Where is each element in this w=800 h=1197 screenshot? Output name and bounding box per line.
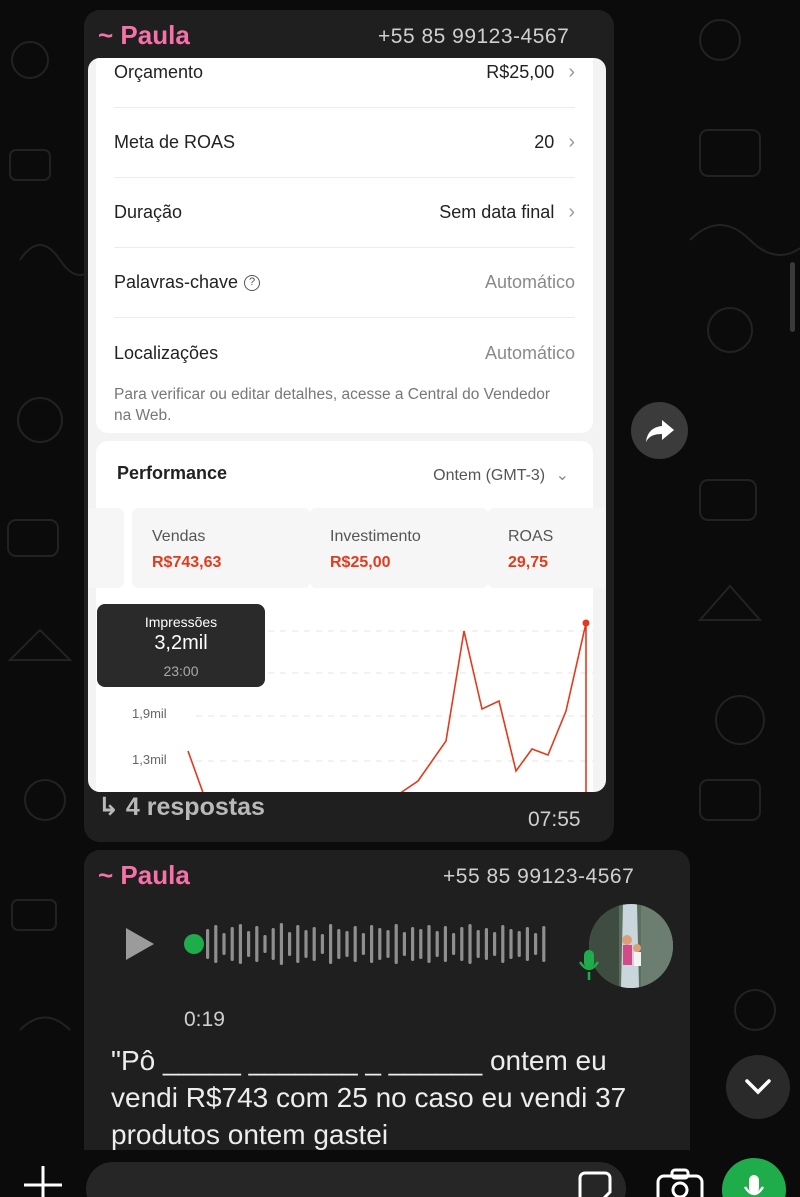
chevron-right-icon: › — [568, 61, 575, 83]
metric-card-sales: Vendas R$743,63 — [132, 508, 310, 588]
play-icon[interactable] — [124, 927, 156, 961]
avatar[interactable] — [589, 904, 673, 988]
metric-card-hidden — [88, 508, 124, 588]
y-tick-label: 1,9mil — [132, 706, 167, 721]
chevron-right-icon: › — [568, 201, 575, 223]
date-range-selector: Ontem (GMT-3) ⌄ — [433, 467, 569, 484]
row-value: 20 — [534, 132, 555, 152]
row-label: Orçamento — [114, 62, 204, 82]
forward-button[interactable] — [631, 402, 688, 459]
chevron-right-icon: › — [568, 131, 575, 153]
chevron-down-icon: ⌄ — [555, 467, 569, 484]
chart-highlight-point — [582, 619, 590, 627]
chart-tooltip: Impressões 3,2mil 23:00 — [97, 604, 265, 687]
scrollbar[interactable] — [790, 262, 795, 332]
settings-row-locations: Localizações Automático — [114, 318, 575, 388]
sender-phone: +55 85 99123-4567 — [443, 865, 635, 888]
audio-waveform[interactable] — [184, 921, 552, 967]
chevron-down-icon — [745, 1079, 771, 1095]
settings-row-duration: Duração Sem data final › — [114, 178, 575, 248]
row-value: Automático — [484, 342, 575, 363]
plus-icon[interactable] — [22, 1164, 64, 1197]
message-input[interactable] — [86, 1162, 626, 1197]
metric-card-investment: Investimento R$25,00 — [310, 508, 488, 588]
microphone-icon — [743, 1175, 765, 1196]
camera-icon[interactable] — [656, 1168, 704, 1197]
metric-card-roas: ROAS 29,75 — [488, 508, 606, 588]
sender-name[interactable]: ~ Paula — [98, 20, 190, 51]
performance-title: Performance — [117, 463, 228, 483]
sender-name[interactable]: ~ Paula — [98, 860, 190, 891]
sticker-icon[interactable] — [577, 1170, 613, 1197]
row-label: Duração — [114, 202, 183, 222]
settings-row-keywords: Palavras-chave? Automático — [114, 248, 575, 318]
shared-screenshot-image[interactable]: Orçamento R$25,00 › Meta de ROAS 20 › Dura… — [88, 58, 606, 792]
microphone-icon — [578, 950, 600, 980]
help-icon: ? — [244, 275, 261, 292]
reply-arrow-icon: ↳ — [98, 793, 119, 821]
settings-row-budget: Orçamento R$25,00 › — [114, 58, 575, 108]
audio-transcript: "Pô _____ _______ _ ______ ontem eu vend… — [111, 1045, 627, 1150]
campaign-settings-card: Orçamento R$25,00 › Meta de ROAS 20 › Dura… — [96, 58, 593, 433]
scroll-down-button[interactable] — [726, 1055, 790, 1119]
row-label: Palavras-chave — [114, 272, 239, 292]
seller-center-note: Para verificar ou editar detalhes, acess… — [114, 386, 550, 424]
y-tick-label: 1,3mil — [132, 752, 167, 767]
row-value: Automático — [484, 272, 575, 292]
forward-icon — [645, 419, 674, 442]
row-value: R$25,00 — [486, 62, 555, 82]
settings-row-roas-target: Meta de ROAS 20 › — [114, 108, 575, 178]
sender-phone: +55 85 99123-4567 — [378, 25, 570, 48]
replies-link[interactable]: ↳ 4 respostas — [98, 792, 265, 822]
audio-duration: 0:19 — [184, 1008, 225, 1031]
row-label: Meta de ROAS — [114, 132, 236, 152]
row-value: Sem data final — [439, 202, 555, 222]
message-time: 07:55 — [528, 808, 581, 831]
row-label: Localizações — [114, 342, 219, 363]
